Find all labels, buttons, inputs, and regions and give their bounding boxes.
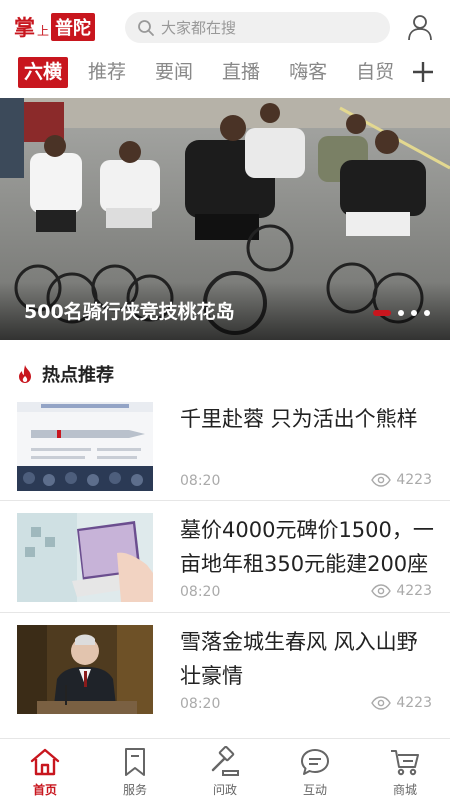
news-time: 08:20 (180, 473, 221, 489)
hot-section-header: 热点推荐 (16, 362, 114, 386)
news-title: 雪落金城生春风 风入山野壮豪情 (180, 630, 418, 688)
banner-carousel[interactable]: 500名骑行侠竞技桃花岛 (0, 98, 450, 340)
nav-mall-label: 商城 (392, 783, 417, 797)
eye-icon (371, 584, 392, 598)
carousel-dot[interactable] (424, 310, 430, 316)
news-item[interactable]: 墓价4000元碑价1500，一亩地年租350元能建200座 08:20 4223 (0, 513, 450, 625)
divider (0, 500, 450, 501)
nav-home[interactable]: 首页 (0, 739, 90, 800)
search-icon (138, 19, 154, 36)
logo-text-main: 掌 (14, 15, 35, 40)
carousel-indicators (366, 310, 430, 316)
news-title: 千里赴蓉 只为活出个熊样 (180, 407, 418, 431)
nav-politics-label: 问政 (212, 783, 237, 797)
search-bar[interactable] (125, 12, 390, 43)
carousel-dot[interactable] (398, 310, 404, 316)
news-views: 4223 (371, 472, 432, 488)
news-view-count: 4223 (396, 695, 432, 711)
header: 掌 上 普陀 (0, 0, 450, 54)
logo-text-small: 上 (37, 24, 50, 38)
flame-icon (19, 365, 31, 383)
user-icon[interactable] (406, 13, 434, 41)
logo-text-boxed: 普陀 (51, 13, 96, 41)
news-view-count: 4223 (396, 472, 432, 488)
channel-tabs: 六横 推荐 要闻 直播 嗨客 自贸 (0, 54, 450, 92)
nav-interact-label: 互动 (302, 783, 327, 797)
chat-icon (301, 749, 329, 775)
nav-service[interactable]: 服务 (90, 739, 180, 800)
tab-channel[interactable]: 推荐 (88, 57, 126, 88)
tab-channel[interactable]: 直播 (222, 57, 260, 88)
nav-interact[interactable]: 互动 (270, 739, 360, 800)
nav-home-label: 首页 (32, 783, 57, 797)
hot-section-title: 热点推荐 (42, 365, 114, 386)
nav-mall[interactable]: 商城 (360, 739, 450, 800)
nav-politics[interactable]: 问政 (180, 739, 270, 800)
carousel-dot[interactable] (373, 310, 391, 316)
app-logo[interactable]: 掌 上 普陀 (14, 12, 96, 42)
news-time: 08:20 (180, 584, 221, 600)
news-thumbnail (17, 513, 153, 602)
banner-caption: 500名骑行侠竞技桃花岛 (24, 301, 235, 323)
home-icon (30, 748, 60, 776)
tab-channel[interactable]: 六横 (18, 57, 69, 88)
news-view-count: 4223 (396, 583, 432, 599)
news-item[interactable]: 千里赴蓉 只为活出个熊样 08:20 4223 (0, 402, 450, 514)
news-time: 08:20 (180, 696, 221, 712)
tab-channel[interactable]: 嗨客 (289, 57, 327, 88)
eye-icon (371, 473, 392, 487)
news-item[interactable]: 雪落金城生春风 风入山野壮豪情 08:20 4223 (0, 625, 450, 737)
tab-channel[interactable]: 自贸 (356, 57, 394, 88)
search-input[interactable] (161, 18, 381, 37)
gavel-icon (211, 746, 239, 776)
carousel-dot[interactable] (411, 310, 417, 316)
news-views: 4223 (371, 583, 432, 599)
cart-icon (391, 750, 419, 776)
news-views: 4223 (371, 695, 432, 711)
plus-icon[interactable] (410, 59, 436, 85)
eye-icon (371, 696, 392, 710)
bottom-nav: 首页 服务 问政 互动 商城 (0, 738, 450, 800)
nav-service-label: 服务 (122, 783, 147, 797)
tab-channel[interactable]: 要闻 (155, 57, 193, 88)
tab-track: 六横 推荐 要闻 直播 嗨客 自贸 (18, 57, 423, 88)
news-title: 墓价4000元碑价1500，一亩地年租350元能建200座 (180, 518, 434, 576)
news-thumbnail (17, 625, 153, 714)
news-thumbnail (17, 402, 153, 491)
bookmark-icon (125, 748, 145, 776)
divider (0, 612, 450, 613)
